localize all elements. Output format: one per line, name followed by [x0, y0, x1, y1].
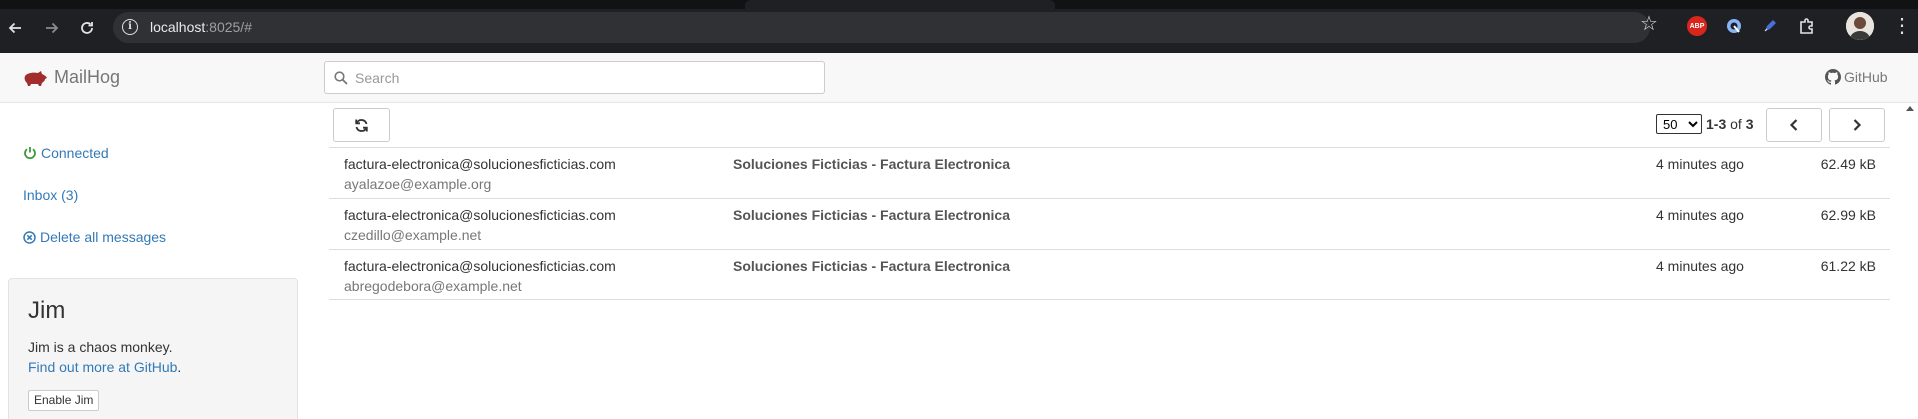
message-size: 61.22 kB	[1820, 258, 1876, 274]
abp-icon[interactable]: ABP	[1687, 16, 1707, 36]
github-icon	[1825, 69, 1841, 85]
bookmark-star-icon[interactable]: ☆	[1640, 14, 1658, 34]
message-row[interactable]: factura-electronica@solucionesficticias.…	[329, 147, 1890, 198]
search-icon	[334, 71, 348, 85]
message-to: abregodebora@example.net	[344, 278, 522, 294]
connected-label: Connected	[41, 145, 109, 161]
refresh-icon	[355, 118, 368, 132]
search-input[interactable]	[355, 67, 815, 89]
github-label: GitHub	[1844, 69, 1888, 85]
chevron-right-icon	[1853, 119, 1862, 131]
remove-circle-icon	[23, 230, 36, 244]
url-path: :8025/#	[205, 19, 252, 35]
message-time: 4 minutes ago	[1656, 258, 1744, 274]
reload-icon[interactable]	[74, 15, 100, 41]
message-row[interactable]: factura-electronica@solucionesficticias.…	[329, 249, 1890, 300]
total-text: 3	[1745, 116, 1754, 132]
site-info-icon[interactable]: i	[122, 19, 138, 35]
message-to: ayalazoe@example.org	[344, 176, 492, 192]
profile-avatar[interactable]	[1846, 12, 1874, 40]
message-time: 4 minutes ago	[1656, 156, 1744, 172]
range-text: 1-3	[1706, 116, 1727, 132]
jim-description: Jim is a chaos monkey.	[28, 339, 173, 355]
delete-all-label: Delete all messages	[40, 229, 167, 245]
active-tab[interactable]	[745, 0, 1055, 9]
pagination-info: 102550100250 1-3 of 3	[1656, 114, 1754, 134]
message-to: czedillo@example.net	[344, 227, 482, 243]
url-text[interactable]: localhost:8025/#	[150, 19, 252, 35]
message-from: factura-electronica@solucionesficticias.…	[344, 156, 616, 172]
puzzle-icon[interactable]	[1797, 16, 1817, 36]
browser-menu-icon[interactable]: ⋮	[1892, 14, 1912, 38]
extension-icon[interactable]	[1724, 16, 1744, 36]
page-range: 1-3 of 3	[1706, 116, 1754, 132]
pig-logo-icon	[24, 70, 47, 86]
message-time: 4 minutes ago	[1656, 207, 1744, 223]
message-size: 62.49 kB	[1820, 156, 1876, 172]
inbox-label: Inbox (3)	[23, 187, 79, 203]
address-bar[interactable]: i localhost:8025/#	[113, 12, 1650, 43]
message-subject: Soluciones Ficticias - Factura Electroni…	[733, 156, 1010, 172]
previous-page-button[interactable]	[1766, 108, 1822, 142]
connection-status[interactable]: Connected	[23, 145, 109, 161]
delete-all-button[interactable]: Delete all messages	[23, 229, 166, 245]
message-subject: Soluciones Ficticias - Factura Electroni…	[733, 207, 1010, 223]
inbox-link[interactable]: Inbox (3)	[23, 187, 78, 203]
url-host: localhost	[150, 19, 206, 35]
message-from: factura-electronica@solucionesficticias.…	[344, 258, 616, 274]
jim-panel: Jim Jim is a chaos monkey. Find out more…	[8, 278, 298, 419]
jim-github-link[interactable]: Find out more at GitHub	[28, 359, 177, 375]
enable-jim-button[interactable]: Enable Jim	[28, 390, 100, 411]
jim-title: Jim	[28, 297, 66, 324]
brand-link[interactable]: MailHog	[22, 67, 120, 88]
message-size: 62.99 kB	[1820, 207, 1876, 223]
app-navbar: MailHog GitHub	[0, 53, 1918, 103]
message-row[interactable]: factura-electronica@solucionesficticias.…	[329, 198, 1890, 249]
back-icon[interactable]	[2, 15, 28, 41]
forward-icon[interactable]	[39, 15, 65, 41]
of-text: of	[1730, 116, 1742, 132]
message-subject: Soluciones Ficticias - Factura Electroni…	[733, 258, 1010, 274]
sidebar: Connected Inbox (3) Delete all messages …	[0, 104, 300, 419]
brand-name: MailHog	[54, 67, 121, 87]
browser-chrome: i localhost:8025/# ☆ ABP ⋮	[0, 0, 1918, 53]
pen-icon[interactable]	[1760, 16, 1780, 36]
message-from: factura-electronica@solucionesficticias.…	[344, 207, 616, 223]
message-list: factura-electronica@solucionesficticias.…	[329, 147, 1890, 300]
search-box[interactable]	[324, 61, 825, 94]
jim-link-suffix: .	[177, 359, 182, 375]
next-page-button[interactable]	[1829, 108, 1885, 142]
power-icon	[24, 147, 36, 160]
jim-info: Find out more at GitHub.	[28, 359, 181, 375]
refresh-button[interactable]	[333, 108, 390, 142]
per-page-select[interactable]: 102550100250	[1656, 114, 1702, 134]
github-link[interactable]: GitHub	[1825, 69, 1888, 85]
chevron-left-icon	[1789, 119, 1798, 131]
scrollbar-up-arrow[interactable]	[1906, 106, 1914, 111]
